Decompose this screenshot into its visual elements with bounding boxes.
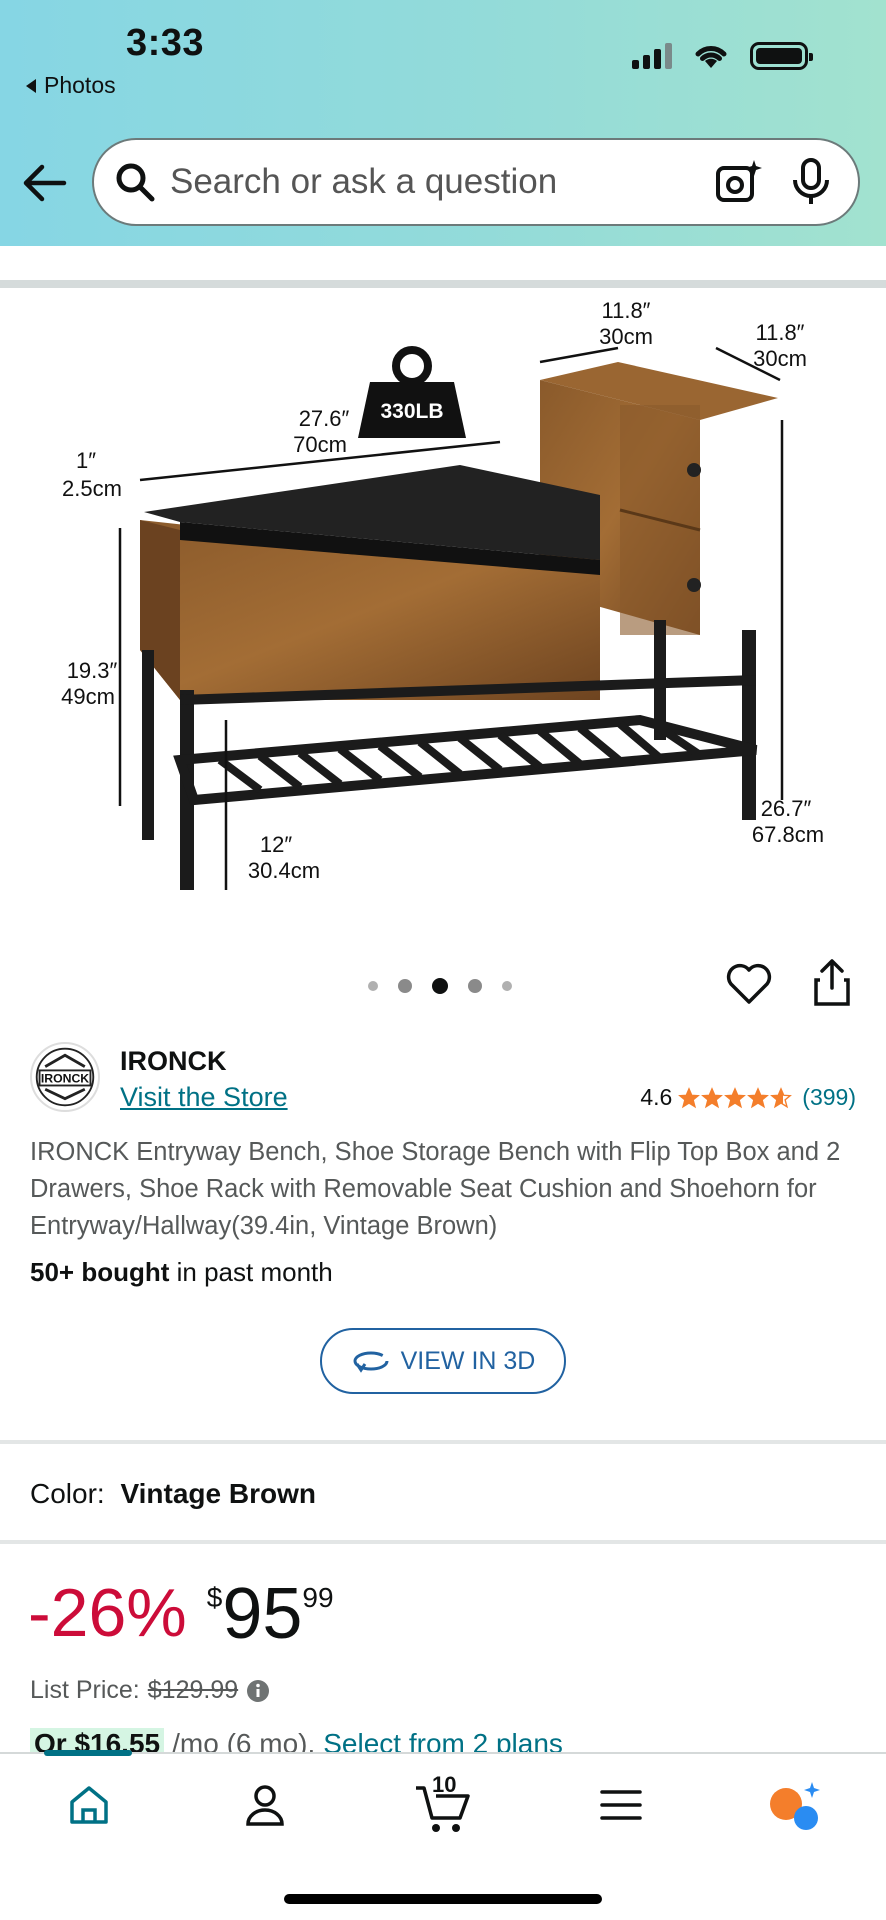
bought-count: 50+ bought (30, 1257, 170, 1287)
brand-logo-text: IRONCK (41, 1072, 89, 1086)
review-count[interactable]: (399) (802, 1084, 856, 1111)
dim-cushion-in: 1″ (76, 448, 96, 473)
search-input[interactable]: Search or ask a question (170, 162, 714, 202)
color-label: Color: (30, 1478, 105, 1509)
carousel-dot[interactable] (398, 979, 412, 993)
rotate-3d-icon (353, 1351, 389, 1373)
microphone-icon[interactable] (790, 158, 832, 206)
carousel-dot[interactable] (468, 979, 482, 993)
search-icon (116, 163, 155, 202)
image-carousel-dots[interactable] (368, 978, 512, 994)
home-icon[interactable] (64, 1780, 114, 1830)
star-icon (678, 1086, 701, 1108)
color-selector[interactable]: Color: Vintage Brown (30, 1478, 316, 1510)
dim-bench-width-in: 27.6″ (299, 406, 350, 431)
bought-in-past-month: 50+ bought in past month (30, 1257, 333, 1288)
camera-lens-icon[interactable] (714, 158, 762, 206)
list-price-label: List Price: (30, 1676, 140, 1704)
status-icons (632, 42, 813, 70)
view-in-3d-label: VIEW IN 3D (400, 1346, 536, 1375)
carousel-dot[interactable] (368, 981, 378, 991)
search-bar[interactable]: Search or ask a question (92, 138, 860, 226)
dim-total-height-cm: 67.8cm (752, 822, 824, 847)
cart-count: 10 (432, 1772, 457, 1797)
divider (0, 1440, 886, 1444)
star-icon (770, 1086, 793, 1108)
dim-top-width-cm: 30cm (599, 324, 653, 349)
info-icon[interactable] (246, 1679, 270, 1703)
carousel-dot-active[interactable] (432, 978, 448, 994)
star-rating (678, 1086, 793, 1109)
dim-top-width-in: 11.8″ (602, 298, 651, 323)
list-price-row: List Price: $129.99 (30, 1676, 270, 1705)
rating-value: 4.6 (640, 1084, 673, 1110)
back-triangle-icon (26, 78, 36, 93)
view-in-3d-button[interactable]: VIEW IN 3D (320, 1328, 566, 1394)
installment-offer[interactable]: Or $16.55 /mo (6 mo). Select from 2 plan… (30, 1728, 563, 1752)
menu-icon[interactable] (596, 1780, 646, 1830)
price-fraction: 99 (302, 1582, 334, 1613)
app-header: 3:33 Photos Search or ask a question (0, 0, 886, 246)
dim-depth-in: 11.8″ (756, 320, 805, 345)
dim-bench-width-cm: 70cm (293, 432, 347, 457)
star-icon (701, 1086, 724, 1108)
product-image[interactable]: 330LB 11.8″ 30cm 11.8″ 30cm 27.6″ 70cm 1… (40, 290, 860, 910)
dim-shelf-height-in: 12″ (260, 832, 292, 857)
dim-shelf-height-cm: 30.4cm (248, 858, 320, 883)
select-plans-link[interactable]: Select from 2 plans (323, 1728, 563, 1752)
rating-summary[interactable]: 4.6 (399) (640, 1084, 856, 1111)
dim-seat-height-in: 19.3″ (67, 658, 118, 683)
back-arrow-icon[interactable] (22, 162, 68, 204)
list-price-value: $129.99 (147, 1676, 239, 1704)
brand-name: IRONCK (120, 1046, 227, 1076)
color-value: Vintage Brown (120, 1478, 316, 1509)
load-label: 330LB (380, 400, 443, 423)
brand-logo[interactable]: IRONCK (30, 1042, 100, 1112)
discount-percent: -26% (28, 1575, 187, 1651)
divider (0, 1540, 886, 1544)
bought-period: in past month (176, 1257, 333, 1287)
price-whole: 95 (222, 1574, 303, 1654)
wifi-icon (695, 46, 727, 68)
dim-seat-height-cm: 49cm (61, 684, 115, 709)
active-tab-indicator (44, 1750, 132, 1756)
status-time: 3:33 (126, 22, 205, 64)
share-icon[interactable] (812, 958, 852, 1008)
price: $ 95 99 (207, 1574, 334, 1654)
installment-term: /mo (6 mo). (172, 1728, 316, 1752)
cellular-signal-icon (632, 43, 672, 69)
back-to-photos-link[interactable]: Photos (26, 72, 116, 99)
bottom-navigation: 10 (0, 1750, 886, 1920)
dim-cushion-cm: 2.5cm (62, 476, 122, 501)
carousel-dot[interactable] (502, 981, 512, 991)
heart-icon[interactable] (726, 962, 772, 1006)
product-title: IRONCK Entryway Bench, Shoe Storage Benc… (30, 1138, 841, 1240)
back-app-label: Photos (44, 72, 116, 98)
section-divider (0, 280, 886, 288)
price-currency: $ (206, 1582, 223, 1613)
account-icon[interactable] (240, 1780, 290, 1830)
installment-amount: Or $16.55 (30, 1728, 165, 1752)
battery-icon (750, 42, 813, 70)
star-icon (747, 1086, 770, 1108)
visit-store-link[interactable]: Visit the Store (120, 1082, 288, 1113)
star-icon (724, 1086, 747, 1108)
home-indicator (284, 1894, 602, 1904)
rufus-assistant-icon[interactable] (766, 1780, 822, 1836)
price-row: -26% $ 95 99 (28, 1574, 334, 1654)
weight-icon: 330LB (358, 346, 466, 438)
dim-depth-cm: 30cm (753, 346, 807, 371)
dim-total-height-in: 26.7″ (761, 796, 812, 821)
